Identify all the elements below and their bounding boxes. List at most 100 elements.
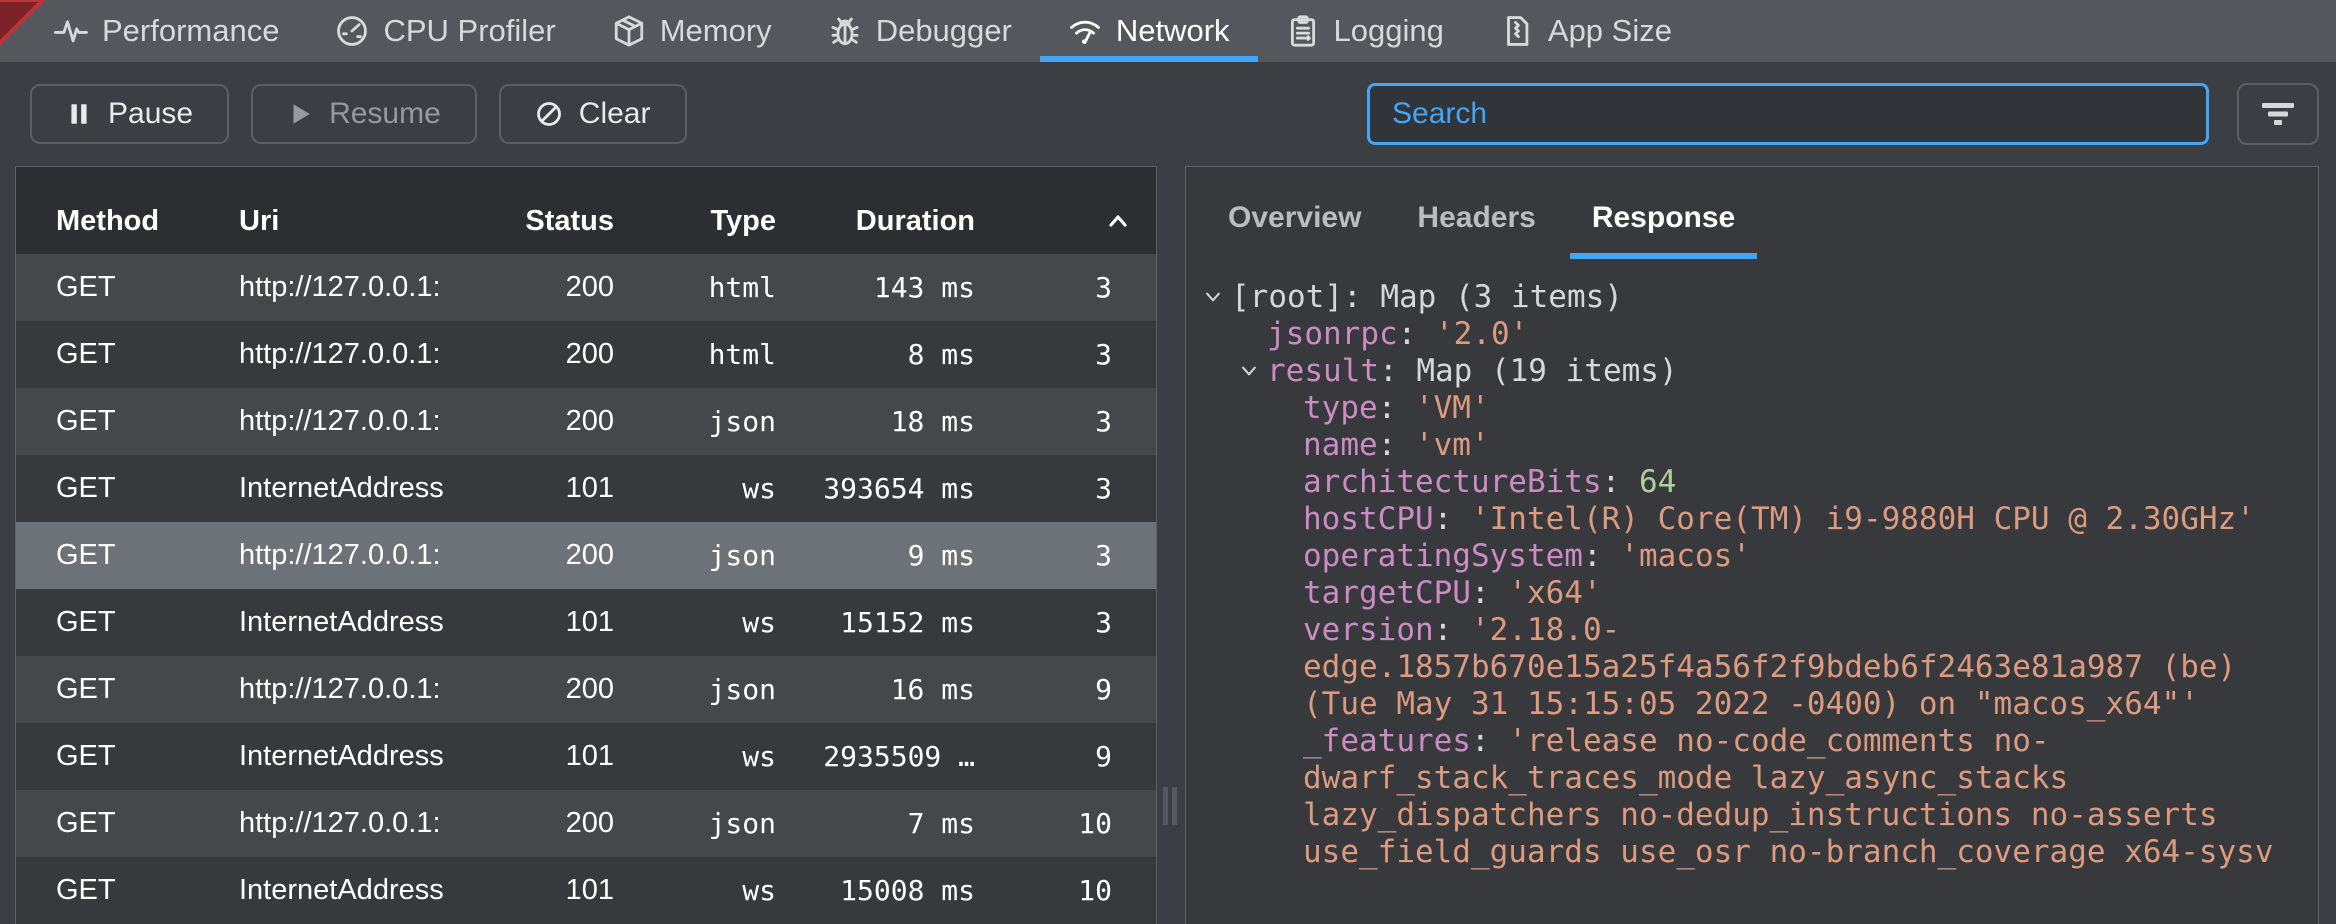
table-row[interactable]: GEThttp://127.0.0.1:200html8 ms3	[16, 321, 1156, 388]
cell-extra: 3	[975, 472, 1156, 505]
cell-duration: 18 ms	[776, 405, 975, 438]
search-input[interactable]	[1367, 83, 2209, 145]
tab-debugger[interactable]: Debugger	[800, 0, 1040, 62]
cell-type: ws	[614, 472, 776, 505]
response-line: architectureBits: 64	[1203, 464, 2308, 501]
caret-spacer	[1275, 834, 1303, 842]
expander-caret-icon[interactable]	[1239, 361, 1259, 381]
column-header-sort[interactable]	[975, 205, 1156, 238]
cell-type: ws	[614, 874, 776, 907]
cell-extra: 10	[975, 807, 1156, 840]
tab-logging[interactable]: Logging	[1258, 0, 1472, 62]
json-str: 'VM'	[1415, 390, 1490, 427]
tab-overview[interactable]: Overview	[1200, 193, 1389, 259]
json-key: architectureBits	[1303, 464, 1602, 501]
json-str: 'release no-code_comments no-	[1508, 723, 2049, 760]
expander-caret[interactable]	[1203, 279, 1231, 307]
table-row[interactable]: GEThttp://127.0.0.1:200html143 ms3	[16, 254, 1156, 321]
cell-type: ws	[614, 740, 776, 773]
cell-method: GET	[16, 472, 191, 505]
cell-method: GET	[16, 740, 191, 773]
json-key: operatingSystem	[1303, 538, 1583, 575]
tab-performance[interactable]: Performance	[26, 0, 307, 62]
detail-tabs: Overview Headers Response	[1186, 167, 2318, 259]
column-header-method[interactable]: Method	[16, 205, 191, 238]
response-line: result: Map (19 items)	[1203, 353, 2308, 390]
tab-label: Debugger	[876, 13, 1012, 49]
clear-icon	[535, 100, 563, 128]
response-line: hostCPU: 'Intel(R) Core(TM) i9-9880H CPU…	[1203, 501, 2308, 538]
table-row[interactable]: GETInternetAddress101ws15008 ms10	[16, 857, 1156, 924]
caret-spacer	[1275, 797, 1303, 805]
expander-caret[interactable]	[1239, 353, 1267, 381]
table-row[interactable]: GETInternetAddress101ws393654 ms3	[16, 455, 1156, 522]
response-line: use_field_guards use_osr no-branch_cover…	[1203, 834, 2308, 871]
pause-button[interactable]: Pause	[30, 84, 229, 144]
resume-button[interactable]: Resume	[251, 84, 477, 144]
response-line: [root]: Map (3 items)	[1203, 279, 2308, 316]
table-body: GEThttp://127.0.0.1:200html143 ms3GEThtt…	[16, 254, 1156, 924]
cell-type: json	[614, 405, 776, 438]
panel-splitter[interactable]	[1157, 166, 1185, 924]
cell-type: json	[614, 539, 776, 572]
cell-extra: 3	[975, 338, 1156, 371]
request-detail-panel: Overview Headers Response [root]: Map (3…	[1185, 166, 2319, 924]
cell-method: GET	[16, 807, 191, 840]
table-row[interactable]: GETInternetAddress101ws2935509 …9	[16, 723, 1156, 790]
cell-type: html	[614, 338, 776, 371]
pause-icon	[66, 101, 92, 127]
tab-app-size[interactable]: App Size	[1472, 0, 1700, 62]
cell-status: 101	[476, 874, 614, 907]
splitter-grip-icon[interactable]	[1163, 787, 1177, 825]
cell-method: GET	[16, 271, 191, 304]
column-header-duration[interactable]: Duration	[776, 205, 975, 238]
json-key: version	[1303, 612, 1434, 649]
tab-network[interactable]: Network	[1040, 0, 1258, 62]
cell-duration: 15008 ms	[776, 874, 975, 907]
tab-cpu-profiler[interactable]: CPU Profiler	[307, 0, 583, 62]
cell-uri: InternetAddress	[191, 874, 476, 907]
response-line: name: 'vm'	[1203, 427, 2308, 464]
column-header-type[interactable]: Type	[614, 205, 776, 238]
caret-spacer	[1239, 316, 1267, 324]
cell-status: 101	[476, 606, 614, 639]
clear-button[interactable]: Clear	[499, 84, 687, 144]
json-punc: :	[1378, 427, 1415, 464]
top-nav-bar: Performance CPU Profiler Memory Debugger…	[0, 0, 2336, 62]
tab-memory[interactable]: Memory	[584, 0, 800, 62]
cell-uri: InternetAddress	[191, 606, 476, 639]
filter-button[interactable]	[2237, 83, 2319, 145]
sort-ascending-icon	[1106, 212, 1130, 230]
caret-spacer	[1275, 723, 1303, 731]
tab-headers[interactable]: Headers	[1389, 193, 1563, 259]
cell-uri: http://127.0.0.1:	[191, 405, 476, 438]
cell-uri: http://127.0.0.1:	[191, 271, 476, 304]
cell-duration: 143 ms	[776, 271, 975, 304]
cell-status: 200	[476, 405, 614, 438]
table-row[interactable]: GEThttp://127.0.0.1:200json16 ms9	[16, 656, 1156, 723]
json-str: '2.18.0-	[1471, 612, 1620, 649]
debugger-icon	[828, 14, 862, 48]
json-plain: Map (19 items)	[1416, 353, 1677, 390]
tab-response[interactable]: Response	[1564, 193, 1763, 259]
json-plain: Map (3 items)	[1380, 279, 1623, 316]
cell-duration: 8 ms	[776, 338, 975, 371]
table-row[interactable]: GEThttp://127.0.0.1:200json7 ms10	[16, 790, 1156, 857]
json-str: edge.1857b670e15a25f4a56f2f9bdeb6f2463e8…	[1303, 649, 2236, 686]
json-str: 'x64'	[1508, 575, 1601, 612]
json-key: name	[1303, 427, 1378, 464]
table-row[interactable]: GEThttp://127.0.0.1:200json9 ms3	[16, 522, 1156, 589]
expander-caret-icon[interactable]	[1203, 287, 1223, 307]
cell-extra: 10	[975, 874, 1156, 907]
network-toolbar: Pause Resume Clear	[0, 62, 2336, 166]
column-header-status[interactable]: Status	[476, 205, 614, 238]
response-line: type: 'VM'	[1203, 390, 2308, 427]
table-row[interactable]: GEThttp://127.0.0.1:200json18 ms3	[16, 388, 1156, 455]
column-header-uri[interactable]: Uri	[191, 205, 476, 238]
cell-duration: 2935509 …	[776, 740, 975, 773]
table-row[interactable]: GETInternetAddress101ws15152 ms3	[16, 589, 1156, 656]
tab-label: Memory	[660, 13, 772, 49]
cell-extra: 9	[975, 740, 1156, 773]
response-line: jsonrpc: '2.0'	[1203, 316, 2308, 353]
cell-status: 101	[476, 740, 614, 773]
